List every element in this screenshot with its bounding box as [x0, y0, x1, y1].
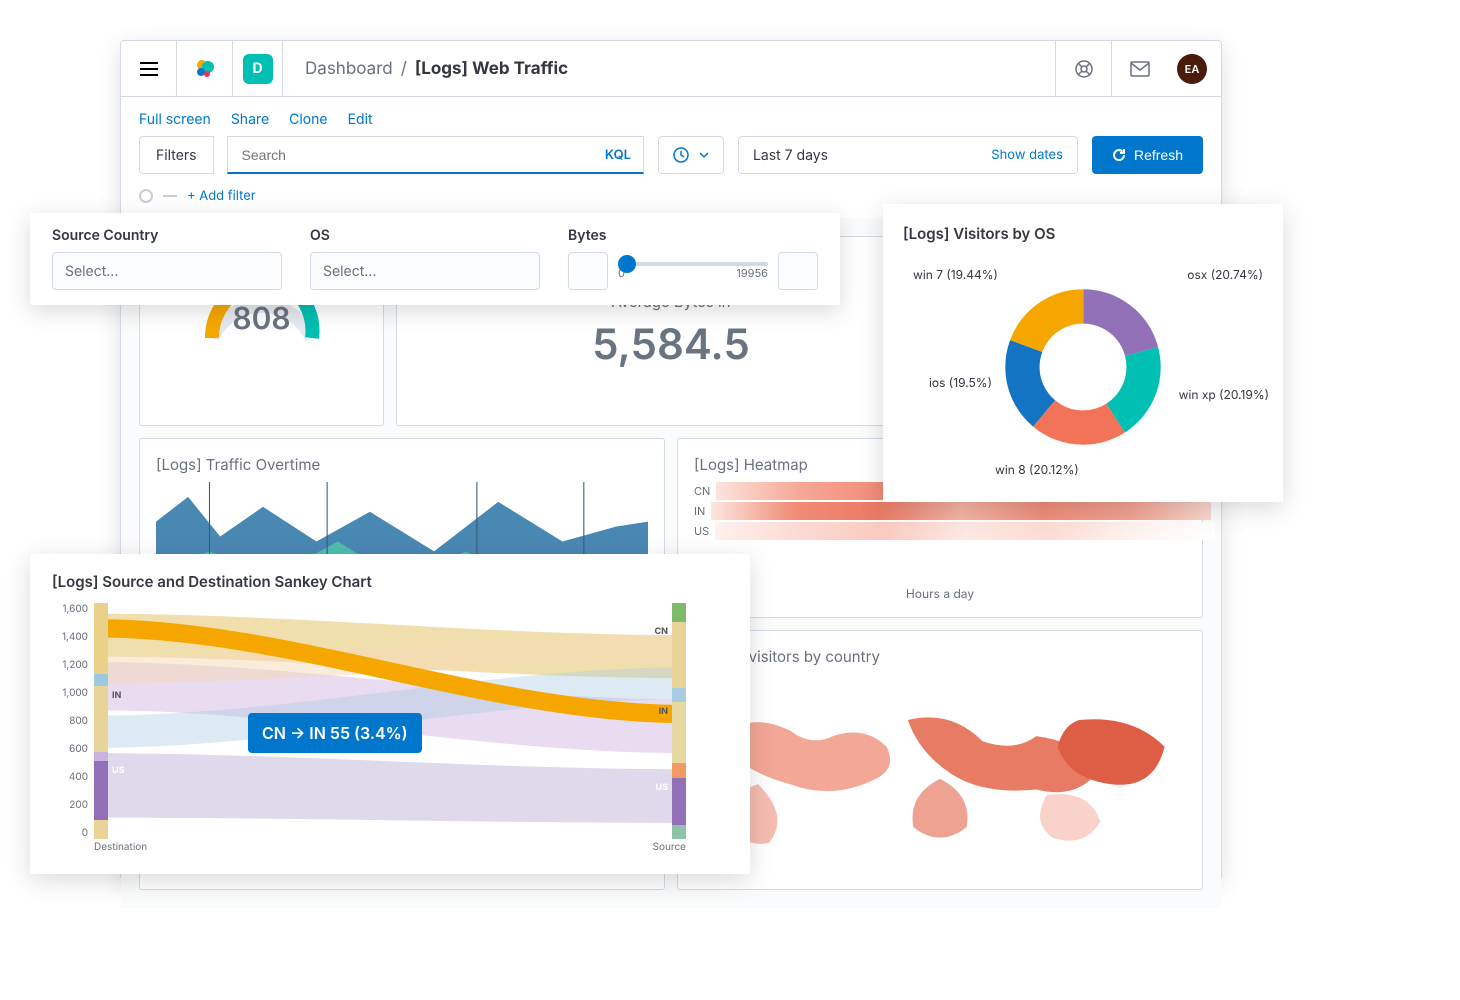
visitors-value: 808 — [156, 301, 367, 337]
avg-bytes-value: 5,584.5 — [592, 319, 750, 370]
show-dates-link[interactable]: Show dates — [991, 147, 1063, 163]
sankey-card: [Logs] Source and Destination Sankey Cha… — [30, 554, 750, 874]
filter-pill-icon — [139, 189, 153, 203]
sankey-y-axis: 02004006008001,0001,2001,4001,600 — [52, 603, 88, 839]
filter-controls-card: Source Country Select... OS Select... By… — [30, 213, 840, 305]
donut-label-winxp: win xp (20.19%) — [1179, 387, 1269, 402]
topbar: D Dashboard / [Logs] Web Traffic EA — [121, 41, 1221, 97]
date-quick-button[interactable] — [658, 136, 724, 174]
sankey-tooltip: CN → IN 55 (3.4%) — [248, 713, 422, 753]
avatar[interactable]: EA — [1177, 54, 1207, 84]
add-filter-link[interactable]: + Add filter — [187, 188, 256, 204]
breadcrumb-root[interactable]: Dashboard — [305, 59, 393, 79]
breadcrumb-current: [Logs] Web Traffic — [415, 59, 568, 79]
action-bar: Full screen Share Clone Edit — [121, 97, 1221, 136]
clone-link[interactable]: Clone — [289, 111, 327, 128]
world-map — [694, 674, 1186, 873]
refresh-icon — [1112, 148, 1126, 162]
refresh-button[interactable]: Refresh — [1092, 136, 1203, 174]
visitors-os-title: [Logs] Visitors by OS — [903, 224, 1263, 243]
donut-label-win7: win 7 (19.44%) — [913, 267, 998, 282]
donut-label-osx: osx (20.74%) — [1187, 267, 1263, 282]
app-tab[interactable]: D — [233, 41, 283, 97]
bytes-min-input[interactable] — [568, 252, 608, 290]
filter-row: Filters KQL Last 7 days Show dates Refre… — [121, 136, 1221, 184]
kql-badge[interactable]: KQL — [605, 147, 631, 163]
donut-label-ios: ios (19.5%) — [929, 375, 992, 390]
mail-button[interactable] — [1111, 41, 1167, 97]
slider-thumb[interactable] — [618, 255, 636, 273]
visitors-by-os-card: [Logs] Visitors by OS win 7 (19.44%) osx… — [883, 204, 1283, 502]
breadcrumb: Dashboard / [Logs] Web Traffic — [283, 59, 1055, 79]
sankey-source-bar: IN US — [94, 603, 108, 839]
mail-icon — [1130, 61, 1150, 77]
bytes-slider[interactable] — [618, 262, 768, 266]
os-select[interactable]: Select... — [310, 252, 540, 290]
share-link[interactable]: Share — [231, 111, 269, 128]
search-input[interactable] — [240, 146, 605, 164]
bytes-label: Bytes — [568, 227, 818, 244]
sankey-left-axis: Destination — [94, 841, 147, 853]
edit-link[interactable]: Edit — [348, 111, 373, 128]
menu-button[interactable] — [121, 41, 177, 97]
sankey-title: [Logs] Source and Destination Sankey Cha… — [52, 572, 728, 591]
elastic-logo-icon — [193, 57, 217, 81]
clock-icon — [673, 147, 689, 163]
donut-label-win8: win 8 (20.12%) — [995, 462, 1079, 477]
search-box: KQL — [227, 136, 644, 174]
chevron-down-icon — [699, 152, 709, 158]
filters-button[interactable]: Filters — [139, 136, 214, 174]
os-label: OS — [310, 227, 540, 244]
sankey-chart: 02004006008001,0001,2001,4001,600 IN US — [52, 603, 728, 853]
bytes-max-input[interactable] — [778, 252, 818, 290]
donut-chart — [1003, 287, 1163, 447]
elastic-logo[interactable] — [177, 41, 233, 97]
sankey-dest-bar: CN IN US — [672, 603, 686, 839]
app-badge: D — [243, 54, 273, 84]
lifebuoy-icon — [1074, 59, 1094, 79]
sankey-right-axis: Source — [653, 841, 686, 853]
date-range[interactable]: Last 7 days Show dates — [738, 136, 1078, 174]
panel-visitors-by-country: Unique visitors by country — [677, 630, 1203, 890]
source-country-label: Source Country — [52, 227, 282, 244]
help-button[interactable] — [1055, 41, 1111, 97]
fullscreen-link[interactable]: Full screen — [139, 111, 211, 128]
source-country-select[interactable]: Select... — [52, 252, 282, 290]
